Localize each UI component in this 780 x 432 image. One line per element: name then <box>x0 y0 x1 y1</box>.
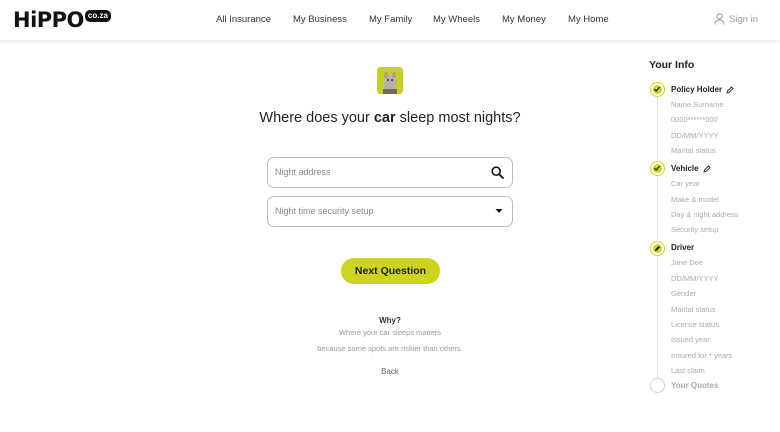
nav-my-family[interactable]: My Family <box>369 14 412 25</box>
vehicle-security: Security setup <box>671 225 719 234</box>
sign-in-link[interactable]: Sign in <box>714 13 758 25</box>
your-quotes-label: Your Quotes <box>671 381 719 390</box>
top-header: HiPPO co.za All Insurance My Business My… <box>0 0 780 40</box>
nav-my-money[interactable]: My Money <box>502 14 546 25</box>
security-setup-select[interactable]: Night time security setup <box>267 196 513 227</box>
user-icon <box>714 13 725 25</box>
driver-section[interactable]: Driver <box>671 243 694 252</box>
why-text-line2: because some spots are riskier than othe… <box>317 344 463 353</box>
policy-holder-section[interactable]: Policy Holder <box>671 85 734 94</box>
back-link[interactable]: Back <box>360 367 420 376</box>
driver-gender: Gender <box>671 289 697 298</box>
logo-text: HiPPO <box>13 8 84 32</box>
hippo-avatar <box>377 67 403 94</box>
question-bold: car <box>373 110 396 126</box>
edit-pencil-icon[interactable] <box>702 164 711 173</box>
nav-my-business[interactable]: My Business <box>293 14 347 25</box>
nav-my-home[interactable]: My Home <box>568 14 609 25</box>
nav-my-wheels[interactable]: My Wheels <box>433 14 480 25</box>
security-setup-placeholder: Night time security setup <box>275 206 374 216</box>
vehicle-step-check-icon <box>650 161 665 176</box>
edit-pencil-icon[interactable] <box>726 85 734 94</box>
sign-in-label: Sign in <box>728 13 758 25</box>
policy-holder-name: Name Surname <box>671 100 724 109</box>
progress-line <box>657 256 658 378</box>
caret-down-icon <box>495 209 503 213</box>
question-post: sleep most nights? <box>399 110 521 126</box>
policy-holder-step-check-icon <box>650 82 665 97</box>
nav-all-insurance[interactable]: All Insurance <box>216 14 271 25</box>
your-info-title: Your Info <box>649 59 695 71</box>
policy-holder-dob: DD/MM/YYYY <box>671 131 719 140</box>
next-question-button[interactable]: Next Question <box>341 258 440 284</box>
quotes-step-circle-icon <box>650 378 665 393</box>
vehicle-car-year: Car year <box>671 179 700 188</box>
vehicle-make-model: Make & model <box>671 195 719 204</box>
question-pre: Where does your <box>259 110 370 126</box>
progress-line <box>657 176 658 240</box>
driver-issued-year: Issued year <box>671 335 710 344</box>
policy-holder-id: 0000******000 <box>671 115 718 124</box>
driver-name: Jane Doe <box>671 258 704 267</box>
driver-last-claim: Last claim <box>671 366 705 375</box>
progress-line <box>657 97 658 161</box>
search-icon <box>491 166 504 179</box>
question-heading: Where does your car sleep most nights? <box>200 110 580 126</box>
policy-holder-label: Policy Holder <box>671 85 723 94</box>
vehicle-address: Day & night address <box>671 210 739 219</box>
driver-step-edit-icon <box>650 241 665 256</box>
why-text-line1: Where your car sleeps matters <box>338 328 442 337</box>
policy-holder-marital: Marital status <box>671 146 716 155</box>
hippo-logo[interactable]: HiPPO co.za <box>13 8 111 32</box>
vehicle-label: Vehicle <box>671 164 699 173</box>
driver-marital: Marital status <box>671 305 716 314</box>
driver-label: Driver <box>671 243 695 252</box>
why-title: Why? <box>379 316 401 325</box>
vehicle-section[interactable]: Vehicle <box>671 164 711 173</box>
driver-dob: DD/MM/YYYY <box>671 274 719 283</box>
night-address-input[interactable]: Night address <box>267 157 513 188</box>
driver-insured-for: Insured for * years <box>671 351 733 360</box>
night-address-placeholder: Night address <box>275 167 331 177</box>
driver-license-status: License status <box>671 320 719 329</box>
logo-badge: co.za <box>84 10 111 22</box>
